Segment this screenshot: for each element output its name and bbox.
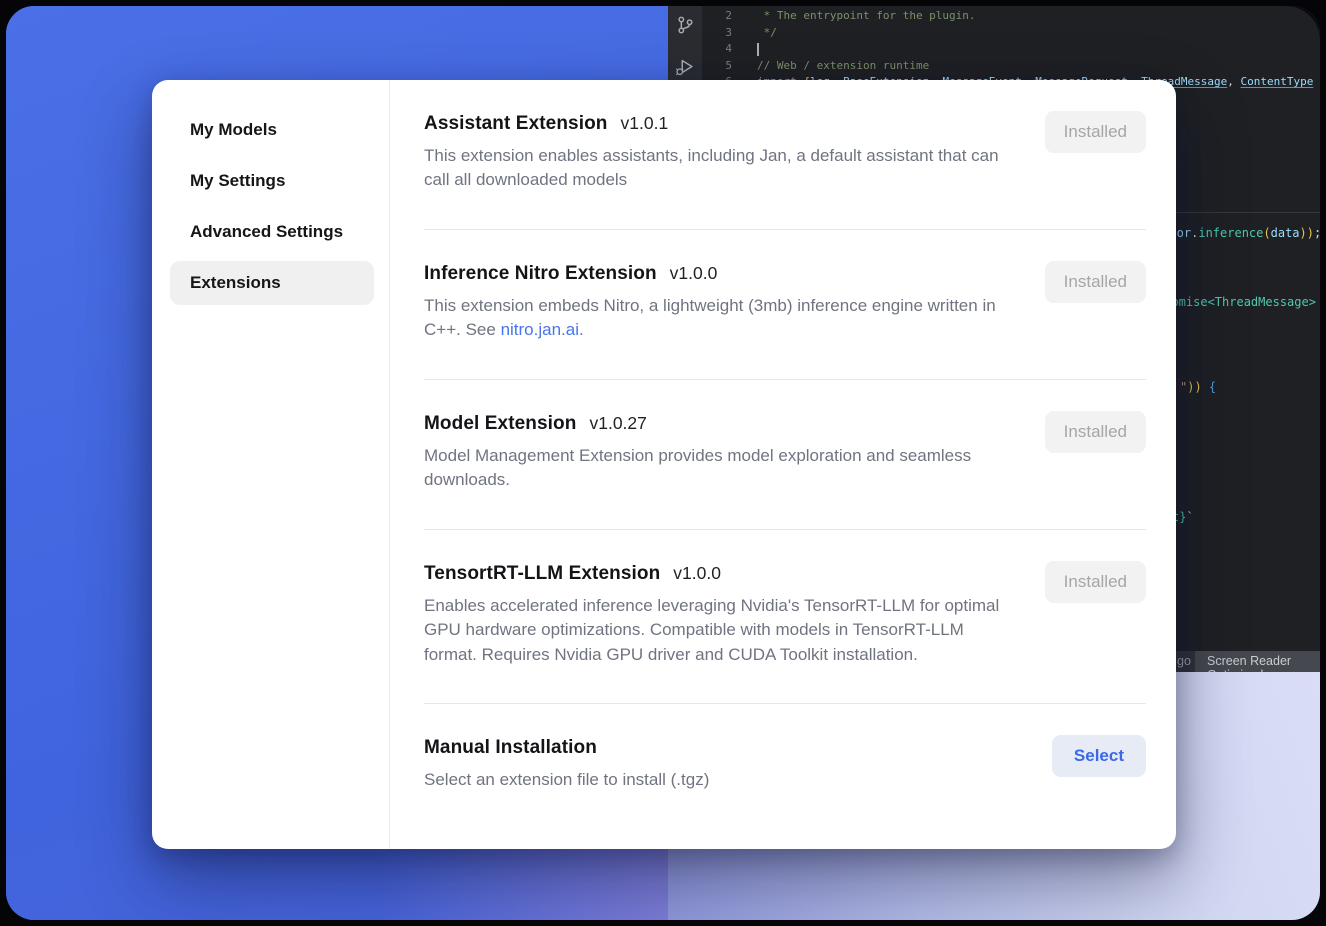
code-token: inference [1198, 226, 1263, 240]
code-line: 2 * The entrypoint for the plugin. [702, 8, 1320, 25]
code-lines: 2 * The entrypoint for the plugin.3 */45… [702, 8, 1320, 91]
run-debug-icon[interactable] [674, 56, 696, 78]
extension-version: v1.0.0 [670, 263, 718, 284]
installed-button[interactable]: Installed [1045, 111, 1146, 153]
extension-description: Enables accelerated inference leveraging… [424, 594, 1009, 667]
line-number: 5 [702, 58, 746, 75]
extension-name: Manual Installation [424, 737, 597, 759]
code-fragment-inference: rator.inference(data)); [1155, 226, 1320, 241]
line-number: 2 [702, 8, 746, 25]
code-token: { [1202, 380, 1216, 394]
code-line: 3 */ [702, 25, 1320, 42]
code-line: 5 // Web / extension runtime [702, 58, 1320, 75]
extensions-list: Assistant Extension v1.0.1 This extension … [390, 80, 1176, 849]
extension-description: This extension embeds Nitro, a lightweig… [424, 294, 1009, 343]
sidebar-item-extensions[interactable]: Extensions [170, 261, 374, 305]
sidebar-item-advanced-settings[interactable]: Advanced Settings [170, 210, 374, 254]
settings-sidebar: My Models My Settings Advanced Settings Ext… [152, 80, 390, 849]
source-control-icon[interactable] [674, 14, 696, 36]
code-line: 4 [702, 41, 1320, 58]
nitro-jan-ai-link[interactable]: nitro.jan.ai. [501, 320, 584, 339]
extension-name: TensortRT-LLM Extension [424, 563, 660, 585]
code-token: ContentType [1241, 75, 1314, 88]
code-token: // Web / extension runtime [757, 59, 929, 72]
status-screen-reader-item[interactable]: Screen Reader Optimized [1195, 651, 1320, 672]
code-token: , [1227, 75, 1240, 88]
extension-name: Inference Nitro Extension [424, 263, 657, 285]
extension-name: Assistant Extension [424, 113, 608, 135]
code-token: )) [1300, 226, 1314, 240]
extension-row: TensortRT-LLM Extension v1.0.0 Enables acc… [424, 530, 1146, 704]
code-token: */ [757, 26, 777, 39]
extension-version: v1.0.27 [589, 413, 646, 434]
extension-row: Assistant Extension v1.0.1 This extension … [424, 80, 1146, 230]
code-token: Promise<ThreadMessage> [1157, 295, 1316, 309]
editor-split-divider [1168, 212, 1320, 213]
code-token: ; [1314, 226, 1320, 240]
installed-button[interactable]: Installed [1045, 261, 1146, 303]
extension-description: Model Management Extension provides mode… [424, 444, 1009, 493]
line-number: 4 [702, 41, 746, 58]
select-button[interactable]: Select [1052, 735, 1146, 777]
settings-modal: My Models My Settings Advanced Settings Ext… [152, 80, 1176, 849]
code-token: )) [1187, 380, 1201, 394]
screenshot-window: 2 * The entrypoint for the plugin.3 */45… [6, 6, 1320, 920]
status-bar-left-text: go [1177, 654, 1191, 668]
extension-description: Select an extension file to install (.tg… [424, 768, 1009, 792]
extension-version: v1.0.0 [673, 563, 721, 584]
code-token: ( [1263, 226, 1270, 240]
sidebar-item-my-models[interactable]: My Models [170, 108, 374, 152]
extension-row: Manual Installation Select an extension f… [424, 704, 1146, 828]
installed-button[interactable]: Installed [1045, 411, 1146, 453]
extension-row: Model Extension v1.0.27 Model Management E… [424, 380, 1146, 530]
code-token: * The entrypoint for the plugin. [757, 9, 976, 22]
extension-description: This extension enables assistants, inclu… [424, 144, 1009, 193]
code-token: ` [1186, 510, 1193, 524]
extension-version: v1.0.1 [621, 113, 669, 134]
code-fragment-promise: Promise<ThreadMessage> [1157, 295, 1316, 310]
text-caret [757, 43, 759, 56]
code-fragment-brace: ")) { [1180, 380, 1216, 395]
line-number: 3 [702, 25, 746, 42]
code-token: data [1271, 226, 1300, 240]
extension-name: Model Extension [424, 413, 576, 435]
extension-row: Inference Nitro Extension v1.0.0 This exte… [424, 230, 1146, 380]
sidebar-item-my-settings[interactable]: My Settings [170, 159, 374, 203]
installed-button[interactable]: Installed [1045, 561, 1146, 603]
